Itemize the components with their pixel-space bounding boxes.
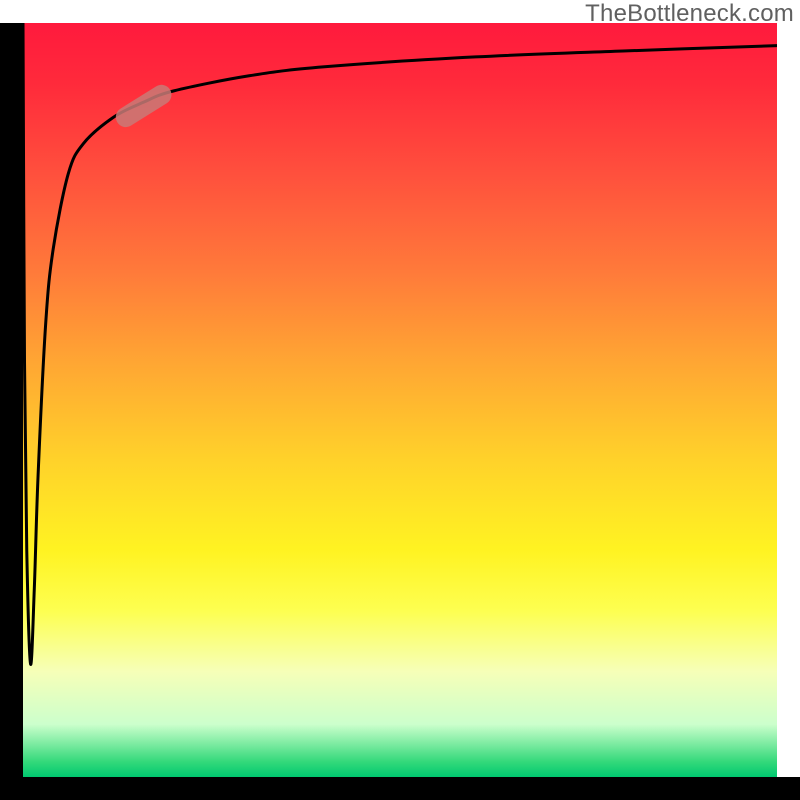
- bottleneck-chart: TheBottleneck.com: [0, 0, 800, 800]
- y-axis: [0, 23, 23, 777]
- plot-gradient-area: [23, 23, 777, 777]
- watermark-text: TheBottleneck.com: [585, 0, 794, 28]
- x-axis: [0, 777, 800, 800]
